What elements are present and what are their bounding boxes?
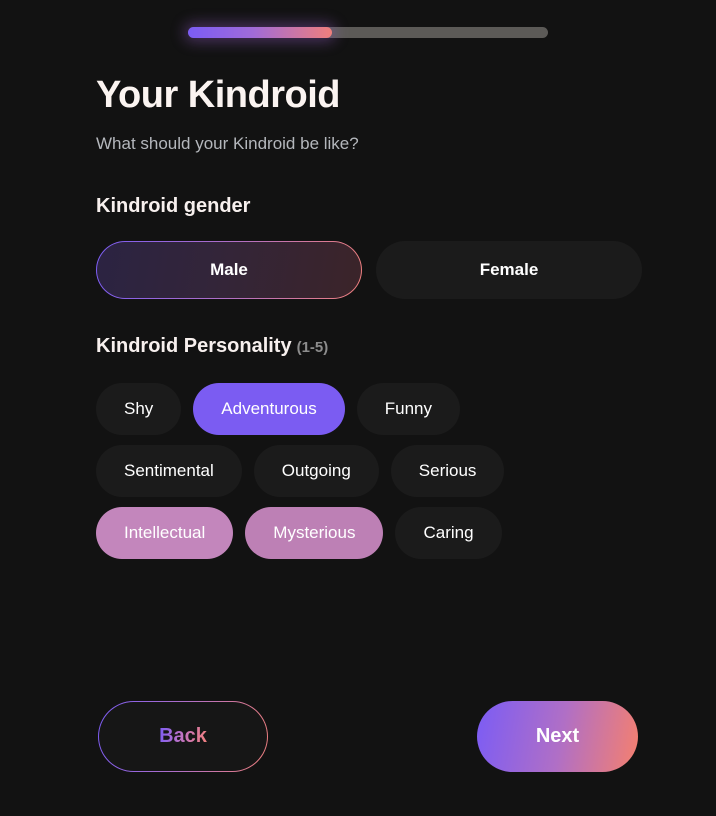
- personality-row: Shy Adventurous Funny: [96, 383, 504, 435]
- personality-chip-outgoing[interactable]: Outgoing: [253, 445, 379, 497]
- personality-row: Intellectual Mysterious Caring: [96, 507, 504, 559]
- gender-label-text: Kindroid gender: [96, 195, 251, 217]
- gender-option-male[interactable]: Male: [96, 241, 362, 299]
- page-title: Your Kindroid: [96, 74, 341, 116]
- personality-range-hint: (1-5): [296, 339, 329, 356]
- back-button[interactable]: Back: [98, 701, 268, 772]
- back-button-label: Back: [159, 725, 207, 747]
- gender-options: Male Female: [96, 241, 642, 299]
- onboarding-screen: Your Kindroid What should your Kindroid …: [0, 0, 716, 816]
- personality-chip-serious[interactable]: Serious: [390, 445, 505, 497]
- personality-chip-mysterious[interactable]: Mysterious: [245, 507, 384, 559]
- gender-section-label: Kindroid gender: [96, 195, 250, 218]
- personality-options: Shy Adventurous Funny Sentimental Outgoi…: [96, 383, 505, 559]
- personality-chip-caring[interactable]: Caring: [395, 507, 502, 559]
- personality-chip-intellectual[interactable]: Intellectual: [96, 507, 234, 559]
- personality-chip-sentimental[interactable]: Sentimental: [96, 445, 242, 497]
- personality-chip-funny[interactable]: Funny: [356, 383, 460, 435]
- personality-section-label: Kindroid Personality (1-5): [96, 335, 328, 358]
- progress-bar: [188, 27, 548, 38]
- gender-option-female[interactable]: Female: [376, 241, 642, 299]
- personality-label-text: Kindroid Personality: [96, 335, 292, 357]
- progress-fill: [188, 27, 332, 38]
- personality-row: Sentimental Outgoing Serious: [96, 445, 505, 497]
- personality-chip-adventurous[interactable]: Adventurous: [193, 383, 345, 435]
- page-subtitle: What should your Kindroid be like?: [96, 134, 359, 153]
- next-button[interactable]: Next: [477, 701, 638, 772]
- personality-chip-shy[interactable]: Shy: [96, 383, 182, 435]
